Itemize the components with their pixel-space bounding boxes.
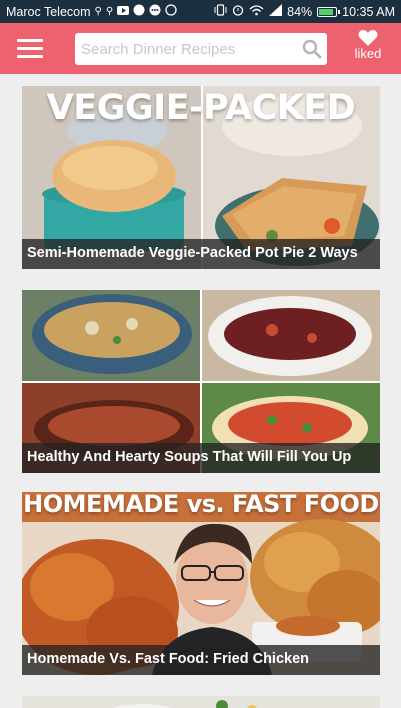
wifi-icon — [249, 4, 264, 19]
search-icon[interactable] — [297, 34, 327, 64]
heart-icon — [358, 30, 378, 46]
search-input[interactable] — [75, 33, 297, 65]
recipe-card[interactable]: Healthy And Hearty Soups That Will Fill … — [22, 290, 380, 473]
notification-icons: ⚲ ⚲ — [95, 4, 178, 19]
clock: 10:35 AM — [342, 4, 395, 19]
liked-label: liked — [354, 46, 382, 61]
app-bar: liked — [0, 23, 401, 74]
dots-icon — [149, 4, 161, 19]
carrier-name: Maroc Telecom — [6, 4, 91, 19]
status-bar: Maroc Telecom ⚲ ⚲ 84% 10:35 AM — [0, 0, 401, 23]
usb-icon: ⚲ — [105, 6, 114, 17]
recipe-image — [22, 696, 380, 708]
alarm-icon — [232, 4, 244, 19]
card-caption: Homemade Vs. Fast Food: Fried Chicken — [22, 645, 380, 675]
recipe-card[interactable] — [22, 696, 380, 708]
search-bar — [75, 33, 327, 65]
card-overlay-title: VEGGIE-PACKED — [46, 88, 356, 128]
vibrate-icon — [214, 4, 227, 19]
recipe-card[interactable]: VEGGIE-PACKED Semi-Homemade Veggie-Packe… — [22, 86, 380, 269]
recipe-card[interactable]: HOMEMADE vs. FAST FOOD Homemade Vs. Fast… — [22, 492, 380, 675]
card-caption: Healthy And Hearty Soups That Will Fill … — [22, 443, 380, 473]
recipe-feed[interactable]: VEGGIE-PACKED Semi-Homemade Veggie-Packe… — [0, 74, 401, 708]
battery-icon — [317, 6, 341, 17]
liked-button[interactable]: liked — [345, 29, 391, 69]
usb-icon: ⚲ — [94, 6, 102, 17]
whatsapp-icon — [165, 4, 177, 19]
battery-percent: 84% — [287, 4, 313, 19]
ted-icon — [133, 4, 145, 19]
card-overlay-title: HOMEMADE vs. FAST FOOD — [23, 492, 379, 518]
youtube-icon — [117, 5, 130, 18]
menu-icon[interactable] — [17, 32, 51, 66]
signal-icon — [269, 4, 283, 19]
card-caption: Semi-Homemade Veggie-Packed Pot Pie 2 Wa… — [22, 239, 380, 269]
